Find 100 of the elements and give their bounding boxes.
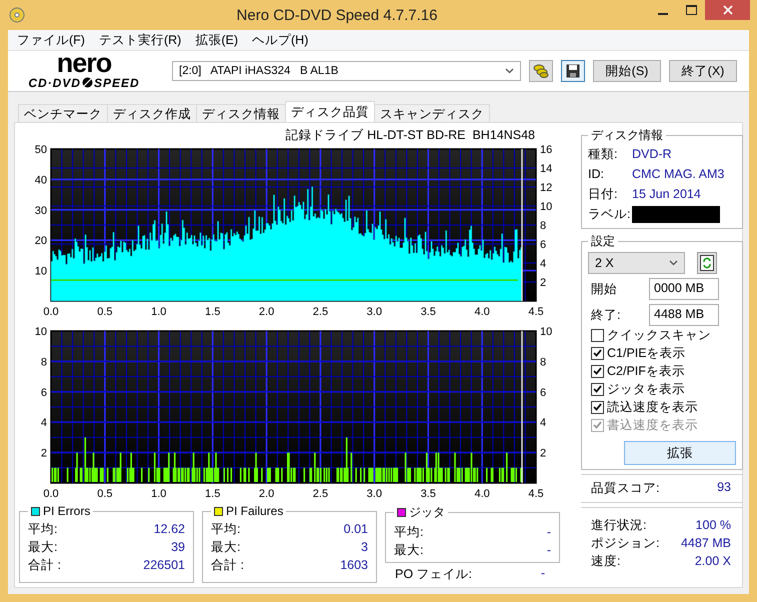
menu-item[interactable]: テスト実行(R) [92,32,188,48]
tab[interactable]: ベンチマーク [18,104,108,122]
stat-label: 平均: [211,520,240,538]
tab[interactable]: ディスク情報 [196,104,286,122]
stat-label: 平均: [28,520,58,538]
tab[interactable]: ディスク作成 [107,104,197,122]
axis-label: 1.0 [151,488,166,500]
axis-label: 0.0 [43,306,59,318]
toolbar-button[interactable]: 終了(X) [669,60,737,82]
menu-item[interactable]: ヘルプ(H) [245,32,316,48]
axis-label: 4.0 [474,488,490,500]
checkbox-label: ジッタを表示 [607,380,685,398]
refresh-button[interactable] [697,252,717,274]
info-value: CMC MAG. AM3 [632,167,724,181]
logo-text: SPEED [94,76,140,88]
speed-dropdown[interactable]: 2 X [588,252,685,274]
menu-item[interactable]: ファイル(F) [10,32,92,48]
checkbox[interactable] [591,328,604,342]
refresh-icon [700,255,714,271]
disc-stack-icon [533,63,549,79]
axis-label: 2.5 [312,488,328,500]
axis-label: 4.5 [528,488,544,500]
logo-text: CD·DVD [28,76,81,88]
tab[interactable]: ディスク品質 [285,101,375,122]
close-icon [722,5,732,15]
toolbar-button[interactable]: 開始(S) [593,60,661,82]
axis-label: 3.5 [420,306,436,318]
axis-label: 14 [540,163,552,175]
stat-value: 39 [171,540,185,554]
axis-label: 8 [540,356,546,368]
axis-label: 6 [540,239,546,251]
close-button[interactable] [705,0,750,20]
chevron-icon [505,68,514,74]
stat-label: 合計 : [211,556,244,574]
stat-label: 最大: [394,542,424,558]
axis-label: 2.0 [258,488,274,500]
chevron-icon [669,260,678,266]
checkbox-label: C1/PIEを表示 [607,344,686,362]
start-field[interactable]: 0000 MB [649,278,719,300]
axis-label: 3.0 [366,488,382,500]
axis-label: 2 [40,448,47,460]
axis-label: 3.5 [420,488,436,500]
drive-info-button[interactable] [529,60,553,82]
menu-item[interactable]: 拡張(E) [188,32,245,48]
axis-label: 12 [540,182,552,194]
axis-label: 4 [40,417,47,430]
group-title: PI Failures [226,504,284,518]
axis-label: 0.5 [97,306,113,318]
stat-value: 226501 [143,558,185,572]
axis-label: 10 [34,266,47,278]
group-title: ディスク情報 [590,127,664,144]
checkbox-label: 読込速度を表示 [607,398,698,416]
axis-label: 50 [34,144,47,156]
drive-dropdown[interactable]: [2:0] ATAPI iHAS324 B AL1B [172,61,521,81]
info-label: ID: [588,167,605,181]
stat-label: 平均: [394,524,424,540]
end-field[interactable]: 4488 MB [649,304,719,326]
stat-value: 100 % [696,518,731,532]
axis-label: 4.5 [528,306,544,318]
stat-value: 3 [361,540,368,554]
checkbox[interactable] [591,400,604,414]
axis-label: 10 [540,326,552,338]
info-label: 種類: [588,146,618,162]
stat-value: - [546,525,551,539]
axis-label: 4 [540,258,546,270]
group-title: ジッタ [409,504,445,521]
checkbox[interactable] [591,346,604,360]
stat-value: 1603 [340,558,368,572]
window-title: Nero CD-DVD Speed 4.7.7.16 [236,6,438,24]
disc-icon [9,7,25,23]
axis-label: 16 [540,144,552,156]
axis-label: 8 [40,356,47,368]
stat-value: 93 [717,480,731,496]
stat-value: - [546,543,551,557]
checkbox[interactable] [591,364,604,378]
axis-label: 2 [540,448,546,460]
checkbox-label: C2/PIFを表示 [607,362,685,380]
stat-value: 4487 MB [680,536,731,550]
axis-label: 1.0 [151,306,166,318]
disc-icon [82,77,93,88]
logo-text: nero [56,50,112,76]
checkbox-label: クイックスキャン [607,326,711,344]
extend-button[interactable]: 拡張 [624,441,736,465]
group-title: 設定 [590,233,616,250]
axis-label: 30 [34,204,47,217]
axis-label: 40 [34,174,47,186]
axis-label: 6 [540,386,546,399]
save-button[interactable] [561,60,585,82]
stat-label: 最大: [28,538,58,556]
stat-label: 進行状況: [591,516,646,534]
maximize-icon [686,5,696,15]
checkbox-label: 書込速度を表示 [607,416,698,434]
checkbox[interactable] [591,382,604,396]
tab[interactable]: スキャンディスク [374,104,490,122]
stat-label: 品質スコア: [591,480,660,497]
axis-label: 20 [34,235,47,248]
axis-label: 1.5 [205,488,220,500]
axis-label: 0.5 [97,488,113,500]
axis-label: 4.0 [474,306,490,318]
axis-label: 0.0 [43,488,59,500]
